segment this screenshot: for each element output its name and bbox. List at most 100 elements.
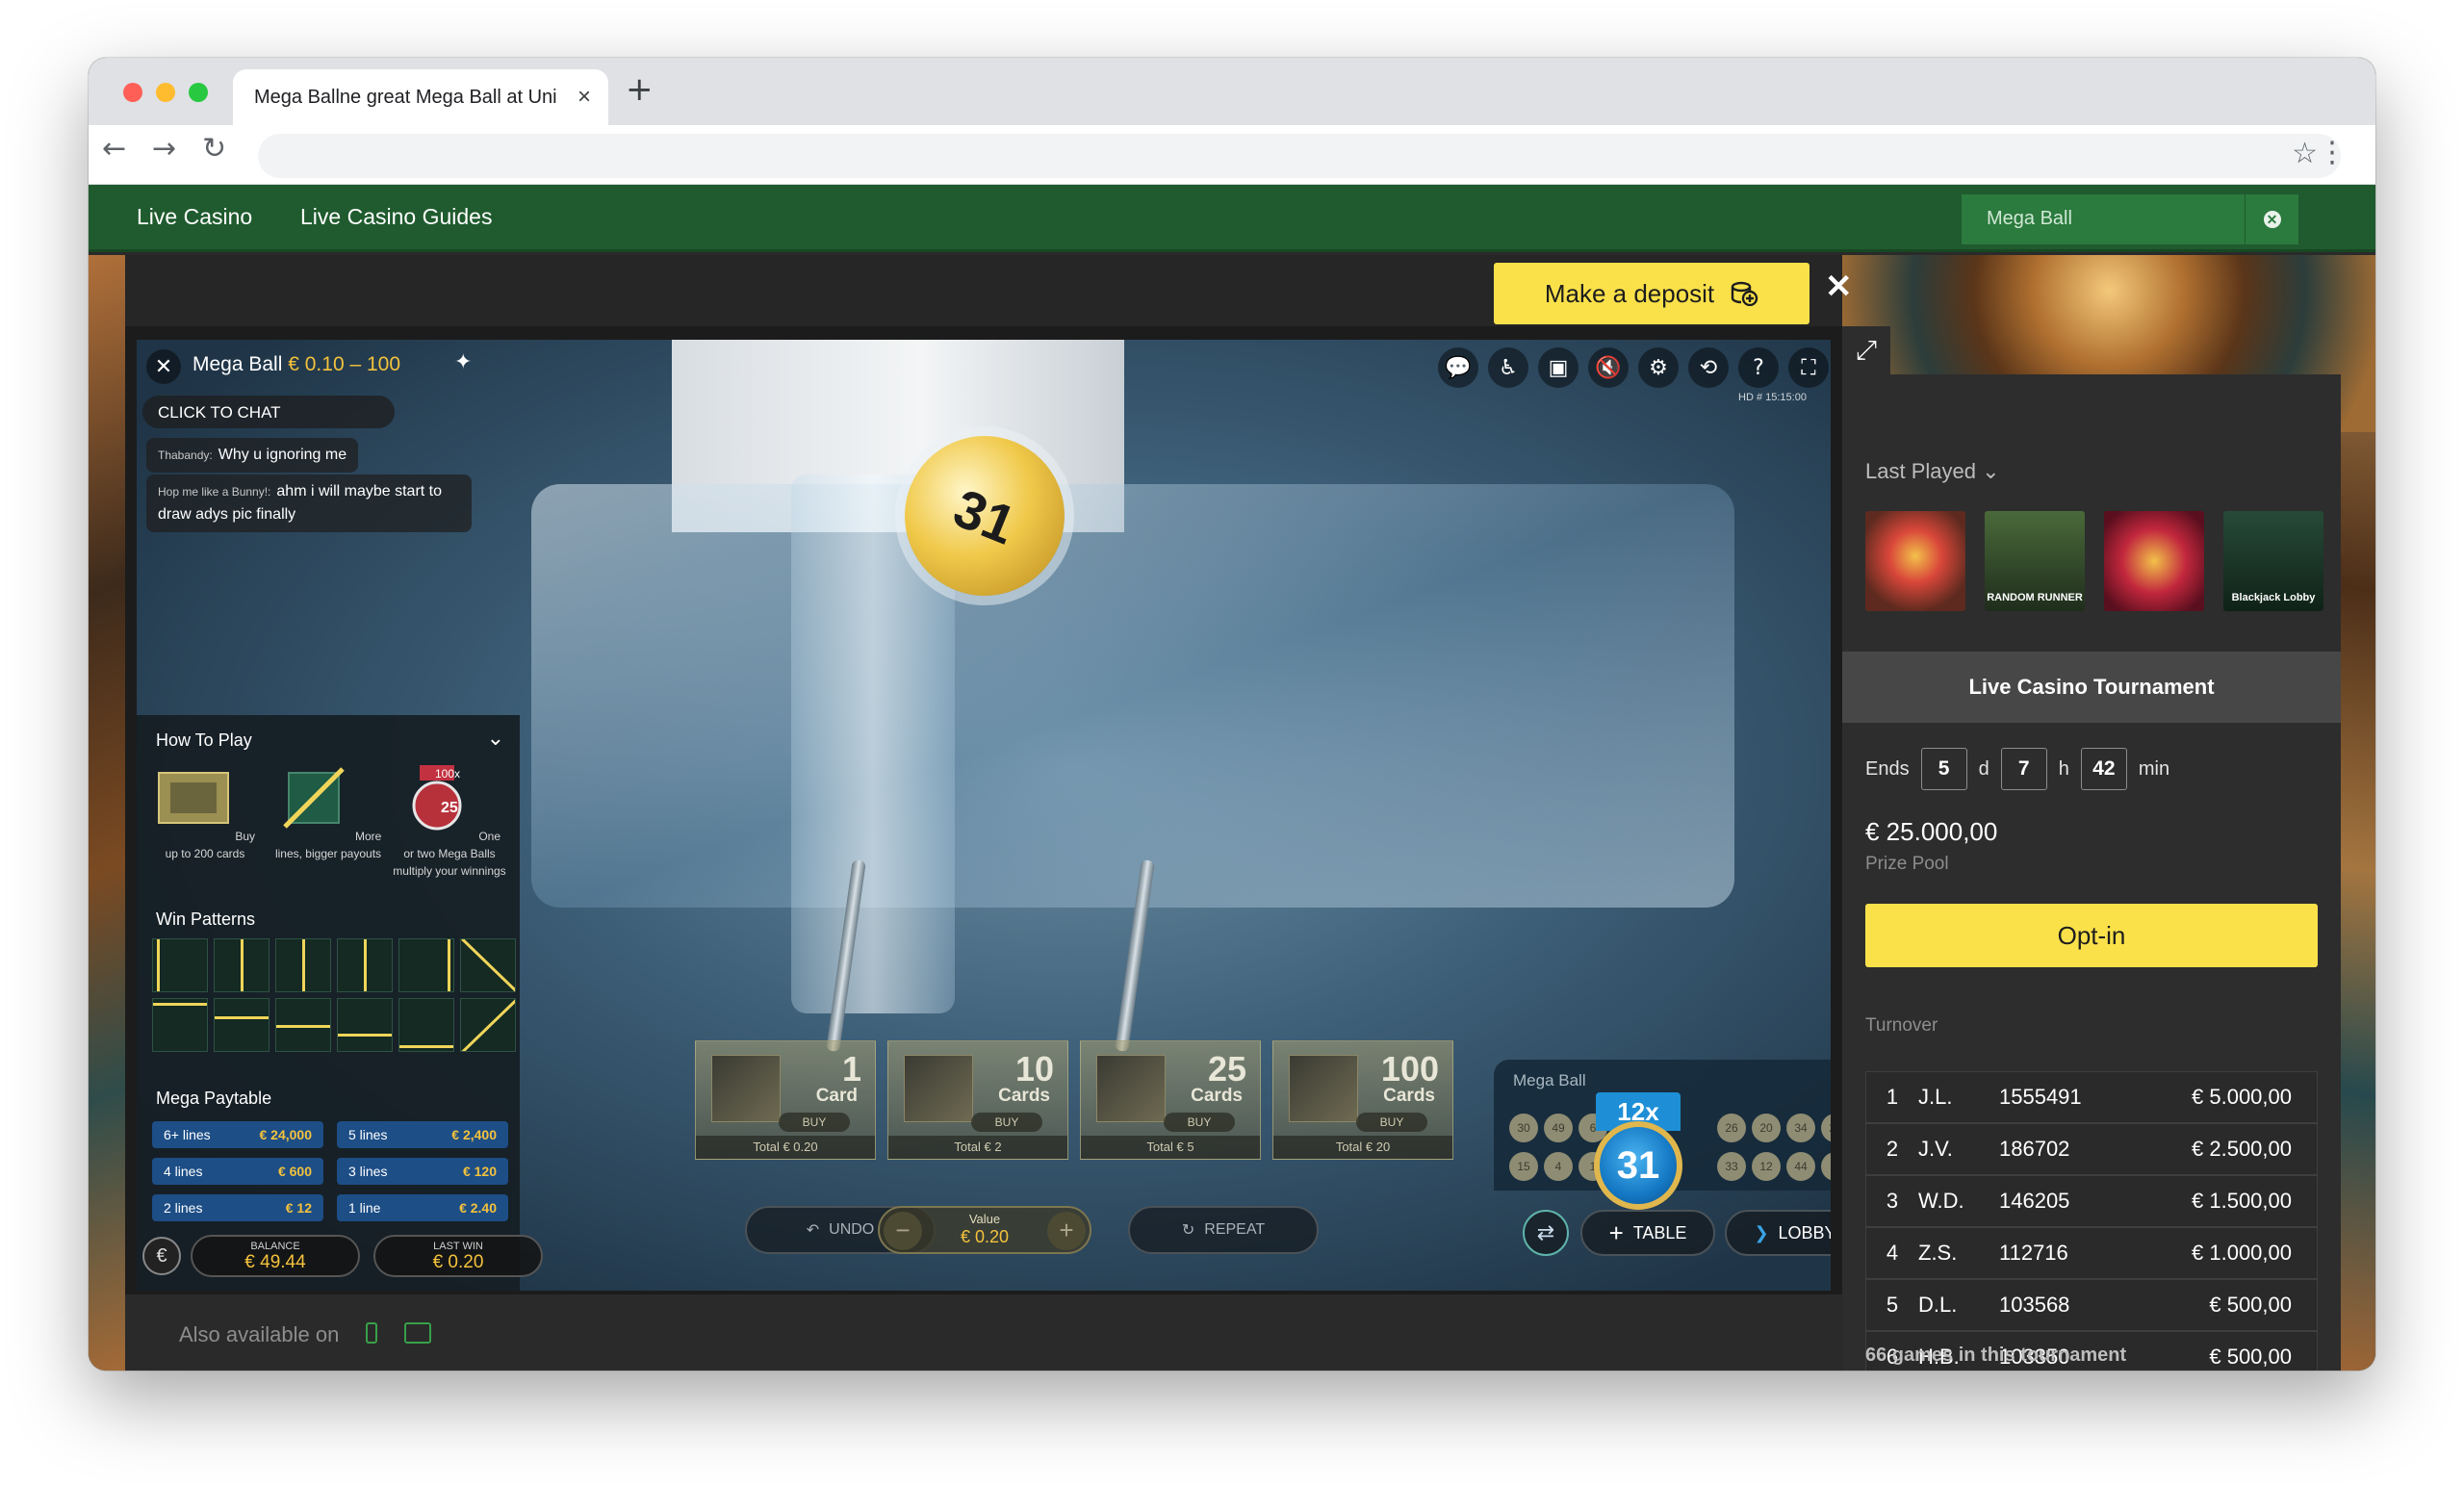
cards-icon [157,772,229,824]
site-search-input[interactable]: Mega Ball ✕ [1962,194,2298,244]
card-pack-100[interactable]: 100 Cards BUY Total € 20 [1272,1040,1453,1160]
settings-icon[interactable]: ⚙ [1638,347,1679,388]
camera-icon[interactable]: ▣ [1538,347,1578,388]
pack-count: 10 [1014,1049,1054,1089]
pack-count: 1 [841,1049,861,1089]
browser-toolbar: ← → ↻ ☆ ⋮ [89,125,2375,185]
pack-buy-button[interactable]: BUY [1356,1113,1427,1132]
drawn-ball-chip: 33 [1717,1152,1746,1181]
pack-buy-button[interactable]: BUY [1164,1113,1235,1132]
player-prize: € 500,00 [2209,1345,2292,1369]
chat-icon[interactable]: 💬 [1438,347,1478,388]
card-pack-25[interactable]: 25 Cards BUY Total € 5 [1080,1040,1261,1160]
search-clear-button[interactable]: ✕ [2245,194,2298,244]
bookmark-star-icon[interactable]: ☆ [2292,140,2318,168]
pack-total: Total € 5 [1081,1136,1260,1159]
nav-live-casino-guides[interactable]: Live Casino Guides [300,204,492,230]
mute-icon[interactable]: 🔇 [1588,347,1629,388]
chat-button[interactable]: CLICK TO CHAT [142,396,395,428]
pack-unit: Cards [1383,1086,1435,1106]
player-score: 146205 [1999,1189,2070,1213]
last-played-game[interactable] [2104,511,2204,611]
tournament-games-count[interactable]: 66 games in this tournament [1865,1345,2126,1367]
repeat-icon: ↻ [1181,1222,1195,1239]
tournament-countdown: Ends 5 d 7 h 42 min [1865,748,2169,790]
last-played-game[interactable] [1865,511,1965,611]
browser-tab[interactable]: Mega Ballne great Mega Ball at Uni × [233,69,608,125]
help-icon[interactable]: ? [1738,347,1779,388]
fullscreen-icon[interactable]: ⛶ [1788,347,1829,388]
win-pattern [152,938,208,992]
card-pack-1[interactable]: 1 Card BUY Total € 0.20 [695,1040,876,1160]
repeat-button[interactable]: ↻ REPEAT [1128,1206,1319,1254]
maximize-window-button[interactable] [189,83,208,102]
card-pack-10[interactable]: 10 Cards BUY Total € 2 [887,1040,1068,1160]
game-close-icon[interactable]: ✕ [146,349,181,384]
htp-step-text: Buy up to 200 cards [165,830,256,860]
table-button[interactable]: + TABLE [1580,1210,1715,1256]
pack-buy-button[interactable]: BUY [779,1113,850,1132]
win-pattern [398,938,454,992]
win-pattern [275,998,331,1052]
paytable-lines: 2 lines [164,1200,203,1216]
drawn-ball-chip: 28 [1821,1114,1831,1142]
forward-button[interactable]: → [152,135,176,164]
player-name: J.V. [1918,1137,1953,1161]
mobile-icon[interactable] [366,1322,377,1344]
pack-unit: Cards [998,1086,1050,1106]
clear-icon: ✕ [2263,211,2281,228]
expand-icon[interactable]: ⤢ [1842,326,1890,374]
lines-icon [282,767,345,829]
drawn-ball-chip: 15 [1509,1152,1538,1181]
tournament-title: Live Casino Tournament [1842,652,2341,723]
opt-in-button[interactable]: Opt-in [1865,904,2318,967]
player-score: 1555491 [1999,1085,2082,1109]
htp-step-megaball: One or two Mega Balls multiply your winn… [393,763,506,880]
chevron-down-icon[interactable]: ⌄ [487,727,504,751]
site-nav: Live Casino Live Casino Guides Mega Ball… [89,185,2375,252]
history-icon[interactable]: ⟲ [1688,347,1729,388]
win-patterns-title: Win Patterns [156,910,256,929]
balance-display: BALANCE € 49.44 [191,1235,360,1277]
tablet-icon[interactable] [404,1322,431,1344]
last-played-title[interactable]: Last Played ⌄ [1865,459,2000,484]
address-bar[interactable]: ☆ [258,134,2341,178]
pack-buy-button[interactable]: BUY [971,1113,1042,1132]
currency-icon[interactable]: € [142,1237,181,1275]
player-score: 112716 [1999,1241,2068,1265]
make-deposit-button[interactable]: Make a deposit [1494,263,1810,324]
paytable-value: € 24,000 [259,1127,313,1142]
switch-view-icon[interactable]: ⇄ [1523,1210,1569,1256]
tab-close-icon[interactable]: × [578,86,591,109]
nav-live-casino[interactable]: Live Casino [137,204,252,230]
last-played-game[interactable]: RANDOM RUNNER [1985,511,2085,611]
close-game-button[interactable]: ✕ [1825,270,1853,303]
pack-total: Total € 2 [888,1136,1067,1159]
game-title: Mega Ball € 0.10 – 100 [192,353,400,376]
last-played-game[interactable]: Blackjack Lobby [2223,511,2323,611]
drawn-ball-number: 31 [945,476,1024,555]
paytable-row: 2 lines € 12 [152,1194,323,1221]
balance-value: € 49.44 [244,1252,306,1272]
accessibility-icon[interactable]: ♿ [1488,347,1528,388]
minimize-window-button[interactable] [156,83,175,102]
new-tab-button[interactable]: + [626,73,654,106]
hours-unit: h [2058,757,2069,780]
browser-menu-icon[interactable]: ⋮ [2318,139,2347,167]
countdown-hours: 7 [2000,748,2047,790]
lobby-button[interactable]: ❯ LOBBY [1725,1210,1831,1256]
prize-pool-value: € 25.000,00 [1865,817,1998,846]
increase-value-button[interactable]: + [1047,1212,1086,1250]
ends-label: Ends [1865,757,1910,780]
card-pack-image [1289,1055,1358,1122]
rank: 4 [1886,1241,1899,1265]
drawn-ball-chip: 30 [1509,1114,1538,1142]
win-pattern [275,938,331,992]
reload-button[interactable]: ↻ [202,135,226,164]
back-button[interactable]: ← [102,135,126,164]
close-window-button[interactable] [123,83,142,102]
table-row: 4 Z.S. 112716 € 1.000,00 [1866,1228,2317,1280]
bet-limits: € 0.10 – 100 [288,353,401,375]
pin-icon[interactable]: ✦ [454,349,472,374]
last-played-label: Last Played [1865,459,1976,483]
